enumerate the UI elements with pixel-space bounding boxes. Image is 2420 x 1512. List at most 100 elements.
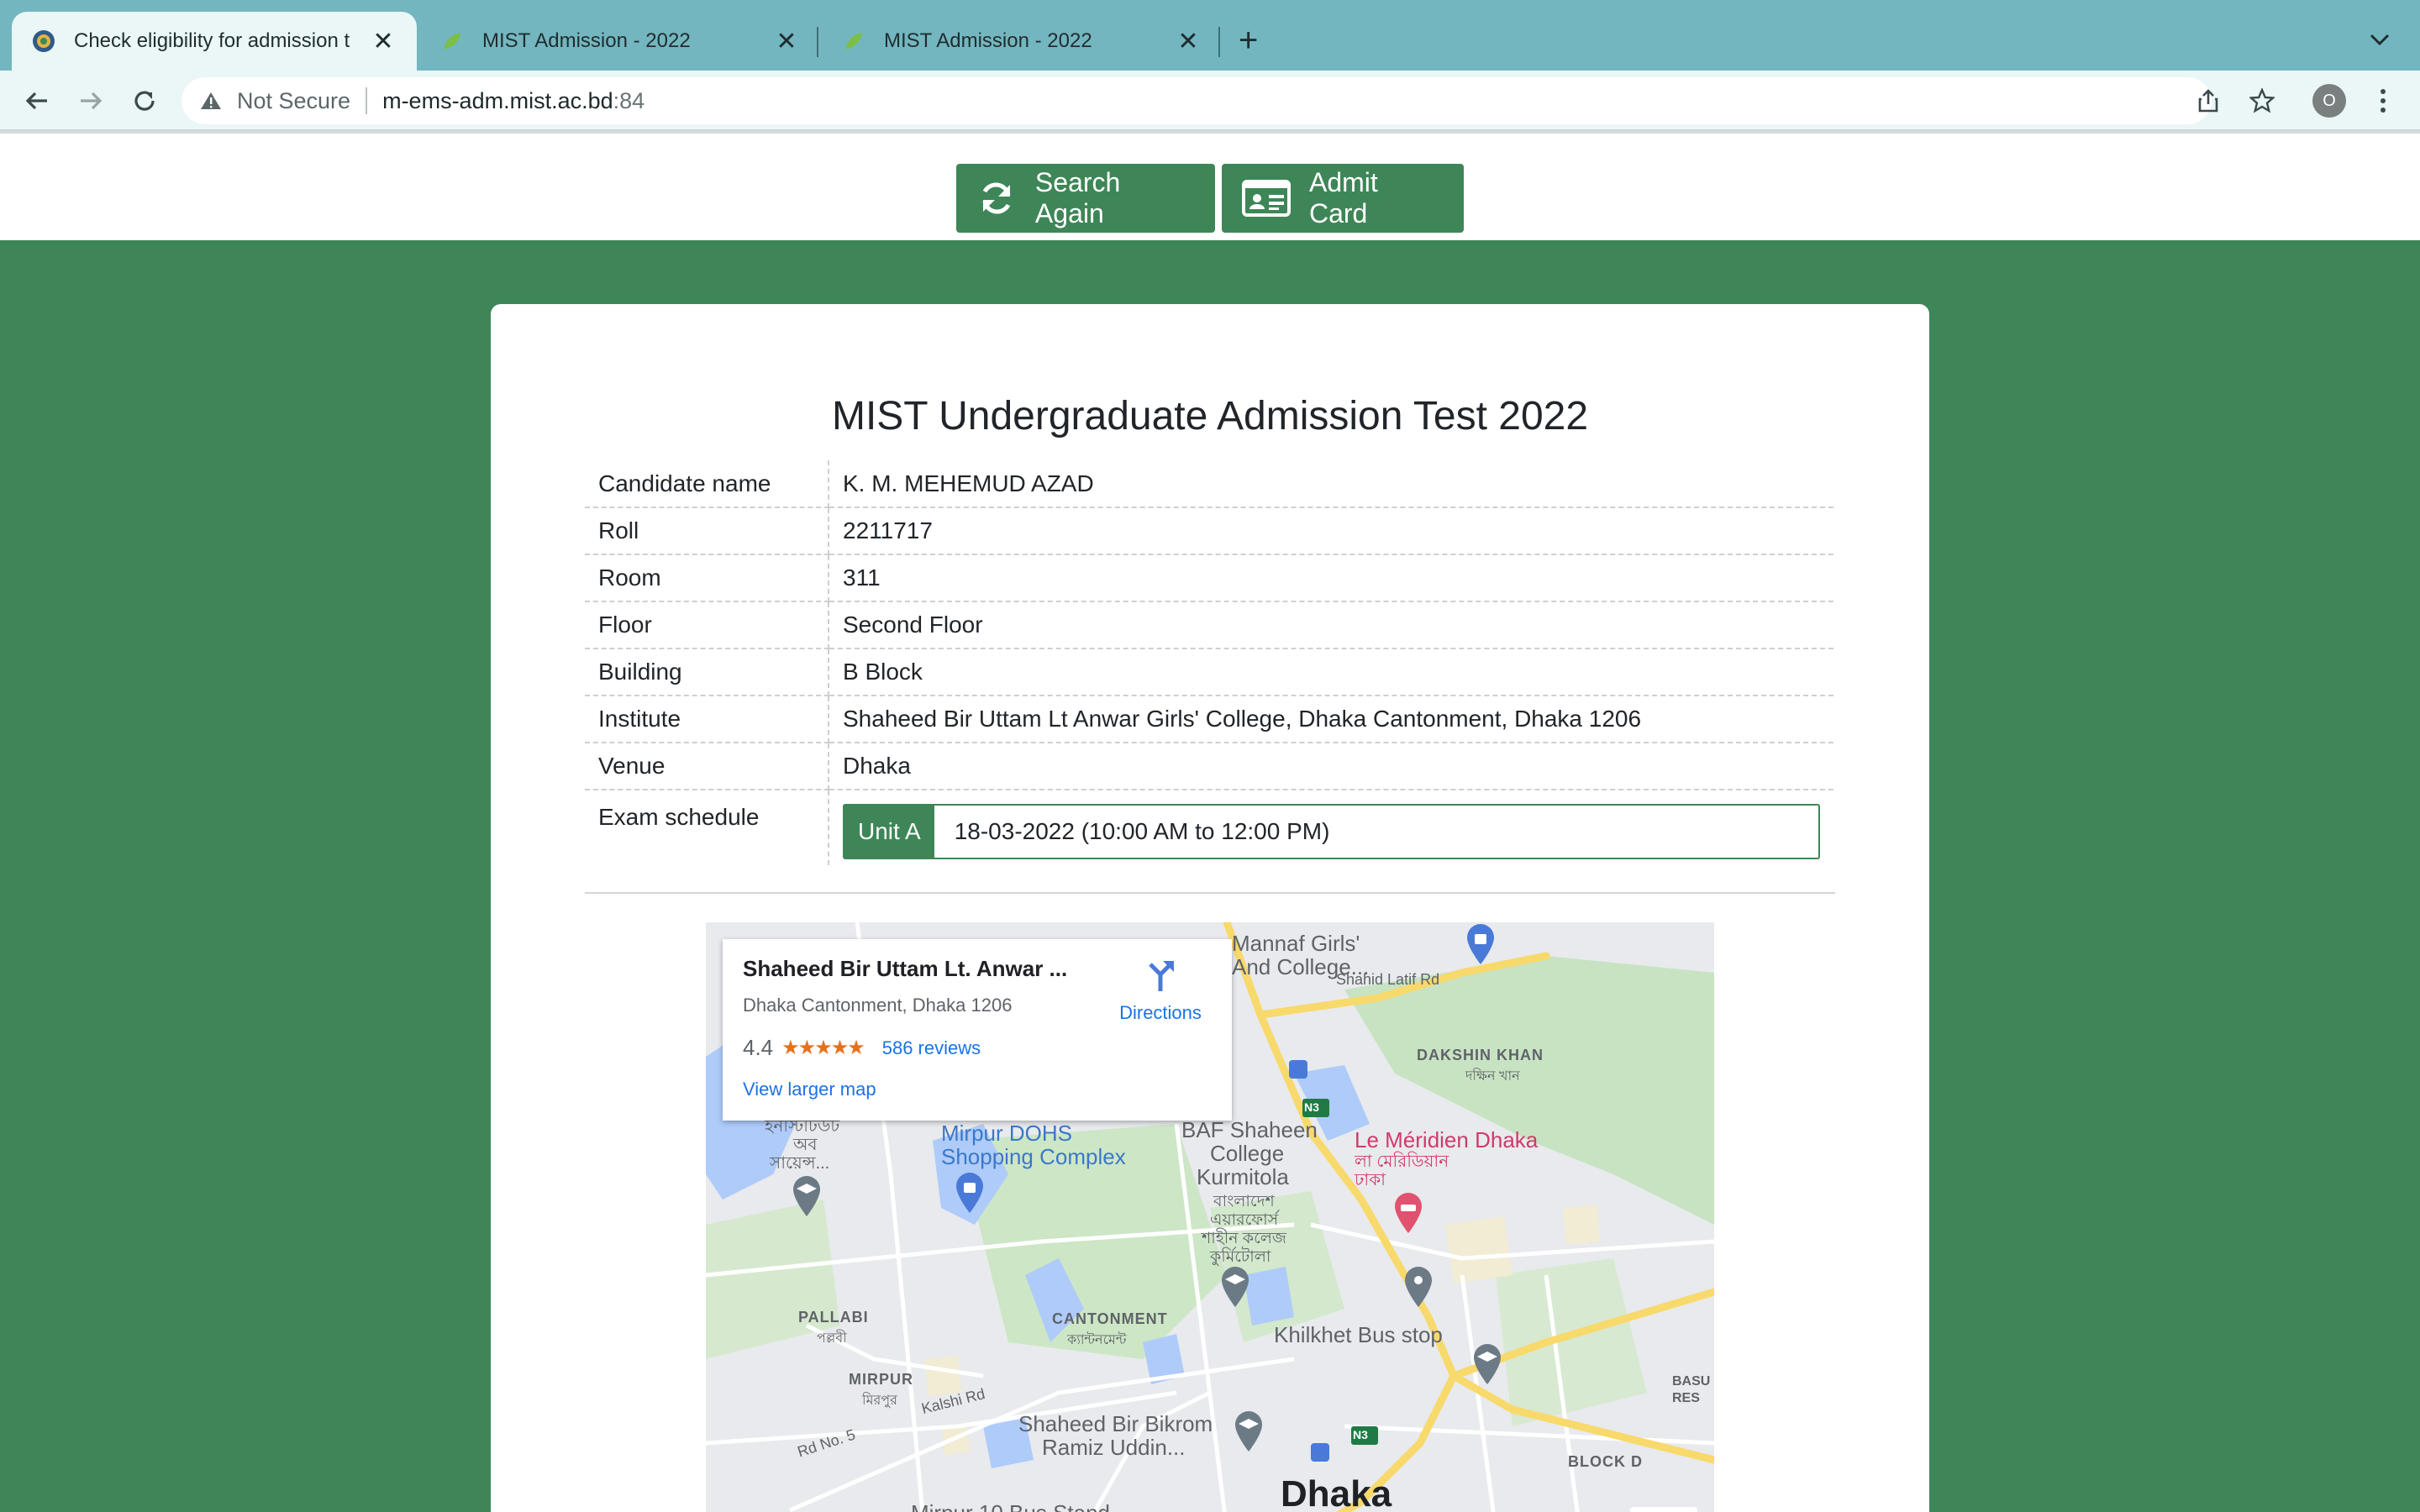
directions-arrow-icon: [1149, 961, 1174, 991]
place-name: Shaheed Bir Uttam Lt. Anwar ...: [743, 956, 1068, 981]
leaf-icon: [440, 29, 464, 53]
map-label: ক্যান্টনমেন্ট: [1067, 1333, 1127, 1347]
security-label[interactable]: Not Secure: [237, 88, 350, 114]
tab-search-chevron-down-icon[interactable]: [2370, 25, 2390, 52]
admission-result-card: MIST Undergraduate Admission Test 2022 C…: [491, 304, 1929, 1512]
google-map-embed[interactable]: Mannaf Girls' And College... Shahid Lati…: [706, 922, 1714, 1512]
row-value: 311: [829, 554, 1833, 602]
row-value: 2211717: [829, 507, 1833, 555]
map-label: BLOCK D: [1568, 1453, 1643, 1470]
school-pin-icon[interactable]: [1470, 1342, 1504, 1386]
page-title: MIST Undergraduate Admission Test 2022: [831, 394, 1589, 438]
row-label: Building: [585, 648, 829, 696]
table-row: Candidate name K. M. MEHEMUD AZAD: [585, 460, 1833, 508]
map-label[interactable]: Khilkhet Bus stop: [1274, 1322, 1443, 1348]
row-value: Shaheed Bir Uttam Lt Anwar Girls' Colleg…: [829, 696, 1833, 743]
search-again-label: Search Again: [1034, 167, 1121, 228]
shopping-bag-pin-icon[interactable]: [953, 1171, 986, 1215]
admit-card-label: Admit Card: [1308, 167, 1378, 228]
school-pin-icon[interactable]: [1232, 1410, 1265, 1453]
search-again-button[interactable]: Search Again: [956, 164, 1215, 233]
map-label[interactable]: Shaheed Bir Bikrom: [1018, 1411, 1213, 1437]
share-icon[interactable]: [2190, 82, 2227, 119]
school-pin-icon[interactable]: [790, 1174, 823, 1218]
rating-value: 4.4: [743, 1035, 774, 1060]
profile-avatar[interactable]: O: [2311, 82, 2348, 119]
table-row: Building B Block: [585, 648, 1833, 696]
map-label[interactable]: Dhaka: [1281, 1473, 1392, 1512]
tab-title: Check eligibility for admission t: [74, 29, 350, 52]
map-label: PALLABI: [798, 1309, 869, 1326]
url-text[interactable]: m-ems-adm.mist.ac.bd:84: [382, 88, 644, 114]
browser-toolbar: Not Secure m-ems-adm.mist.ac.bd:84 O: [0, 71, 2420, 131]
reviews-link[interactable]: 586 reviews: [882, 1037, 981, 1059]
close-icon[interactable]: ✕: [773, 27, 800, 56]
new-tab-plus-icon[interactable]: +: [1239, 24, 1258, 57]
row-value: Dhaka: [829, 743, 1833, 790]
hotel-pin-icon[interactable]: [1392, 1191, 1425, 1235]
map-label: MIRPUR: [849, 1371, 913, 1388]
map-label: BASU: [1672, 1374, 1711, 1389]
mist-logo-icon: [32, 29, 55, 53]
leaf-icon: [842, 29, 865, 53]
row-value: B Block: [829, 648, 1833, 696]
map-label[interactable]: Kurmitola: [1197, 1164, 1289, 1190]
bookmark-star-icon[interactable]: [2244, 82, 2281, 119]
map-label[interactable]: Mirpur DOHS: [941, 1121, 1072, 1147]
location-pin-icon[interactable]: [1402, 1265, 1435, 1309]
address-divider: [366, 87, 368, 114]
browser-menu-kebab-icon[interactable]: [2365, 82, 2402, 119]
back-arrow-icon[interactable]: [18, 82, 55, 119]
admit-card-button[interactable]: Admit Card: [1222, 164, 1464, 233]
table-row: Institute Shaheed Bir Uttam Lt Anwar Gir…: [585, 696, 1833, 743]
reload-icon[interactable]: [126, 82, 163, 119]
map-label: N3: [1353, 1428, 1368, 1441]
divider: [585, 892, 1835, 894]
tab-separator: [817, 27, 818, 57]
row-label: Floor: [585, 601, 829, 649]
close-icon[interactable]: ✕: [370, 27, 397, 56]
row-label: Exam schedule: [585, 790, 829, 865]
map-label[interactable]: College: [1210, 1141, 1284, 1167]
map-label: পল্লবী: [817, 1331, 847, 1346]
address-bar[interactable]: Not Secure m-ems-adm.mist.ac.bd:84: [182, 77, 2212, 124]
row-label: Roll: [585, 507, 829, 555]
row-label: Institute: [585, 696, 829, 743]
map-label[interactable]: BAF Shaheen: [1181, 1117, 1318, 1143]
browser-tab-strip: Check eligibility for admission t ✕ MIST…: [0, 0, 2420, 71]
tab-mist-admission-1[interactable]: MIST Admission - 2022 ✕: [420, 12, 820, 71]
table-row: Floor Second Floor: [585, 601, 1833, 649]
directions-button[interactable]: Directions: [1106, 956, 1215, 1024]
table-row: Exam schedule Unit A 18-03-2022 (10:00 A…: [585, 790, 1833, 865]
row-label: Candidate name: [585, 460, 829, 508]
row-value: K. M. MEHEMUD AZAD: [829, 460, 1833, 508]
place-rating: 4.4 ★★★★★ 586 reviews: [743, 1035, 981, 1061]
page-action-strip: Search Again Admit Card: [0, 131, 2420, 240]
exam-schedule-cell: Unit A 18-03-2022 (10:00 AM to 12:00 PM): [829, 790, 1833, 865]
tab-title: MIST Admission - 2022: [884, 29, 1092, 52]
url-host: m-ems-adm.mist.ac.bd: [382, 87, 613, 113]
table-row: Room 311: [585, 554, 1833, 602]
warning-triangle-icon[interactable]: [200, 88, 225, 113]
map-label[interactable]: Shopping Complex: [941, 1144, 1126, 1170]
map-place-card: Shaheed Bir Uttam Lt. Anwar ... Dhaka Ca…: [723, 939, 1232, 1121]
row-label: Room: [585, 554, 829, 602]
place-address: Dhaka Cantonment, Dhaka 1206: [743, 995, 1013, 1016]
url-port: :84: [613, 87, 645, 113]
school-pin-icon[interactable]: [1218, 1265, 1252, 1309]
forward-arrow-icon[interactable]: [72, 82, 109, 119]
close-icon[interactable]: ✕: [1175, 27, 1202, 56]
map-label[interactable]: Ramiz Uddin...: [1042, 1435, 1186, 1461]
row-value: Second Floor: [829, 601, 1833, 649]
tab-check-eligibility[interactable]: Check eligibility for admission t ✕: [12, 12, 417, 71]
row-label: Venue: [585, 743, 829, 790]
map-label: দক্ষিন খান: [1465, 1069, 1520, 1084]
map-label: CANTONMENT: [1052, 1310, 1168, 1327]
refresh-icon: [982, 182, 1011, 214]
map-label[interactable]: Mannaf Girls': [1232, 931, 1360, 957]
tab-separator: [1218, 27, 1220, 57]
view-larger-map-link[interactable]: View larger map: [743, 1079, 876, 1100]
map-label[interactable]: Mirpur 10 Bus Stand: [911, 1500, 1110, 1512]
tab-mist-admission-2[interactable]: MIST Admission - 2022 ✕: [822, 12, 1222, 71]
shopping-bag-pin-icon[interactable]: [1464, 922, 1497, 966]
